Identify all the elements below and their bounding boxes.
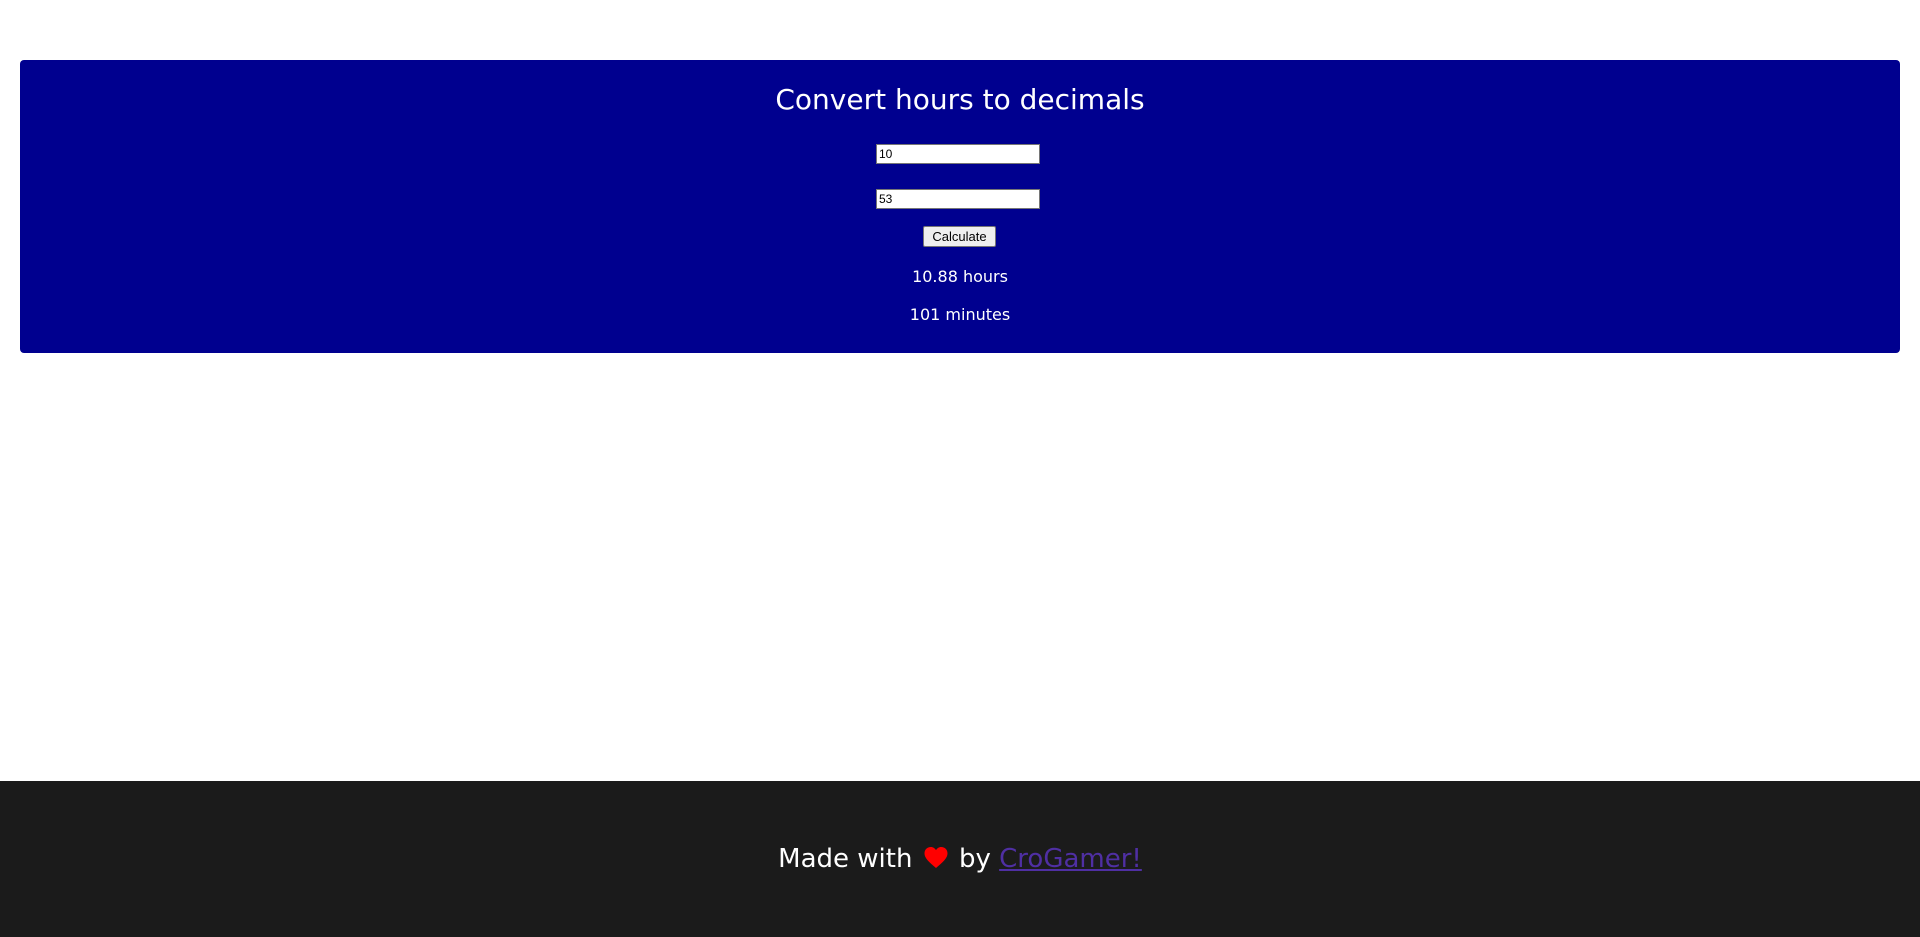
converter-panel: Convert hours to decimals Calculate 10.8… [20, 60, 1900, 353]
footer-credit: Made with by CroGamer! [0, 842, 1920, 878]
calculate-button[interactable]: Calculate [923, 226, 996, 247]
page-title: Convert hours to decimals [775, 83, 1145, 116]
by-text: by [958, 844, 991, 874]
hours-input[interactable] [876, 144, 1040, 164]
minutes-input[interactable] [876, 189, 1040, 209]
heart-icon [923, 844, 949, 878]
made-with-text: Made with [778, 844, 913, 874]
footer: Made with by CroGamer! [0, 781, 1920, 937]
page: Convert hours to decimals Calculate 10.8… [0, 0, 1920, 937]
author-link[interactable]: CroGamer! [999, 844, 1142, 874]
result-minutes: 101 minutes [909, 305, 1011, 324]
result-decimal-hours: 10.88 hours [912, 267, 1008, 286]
